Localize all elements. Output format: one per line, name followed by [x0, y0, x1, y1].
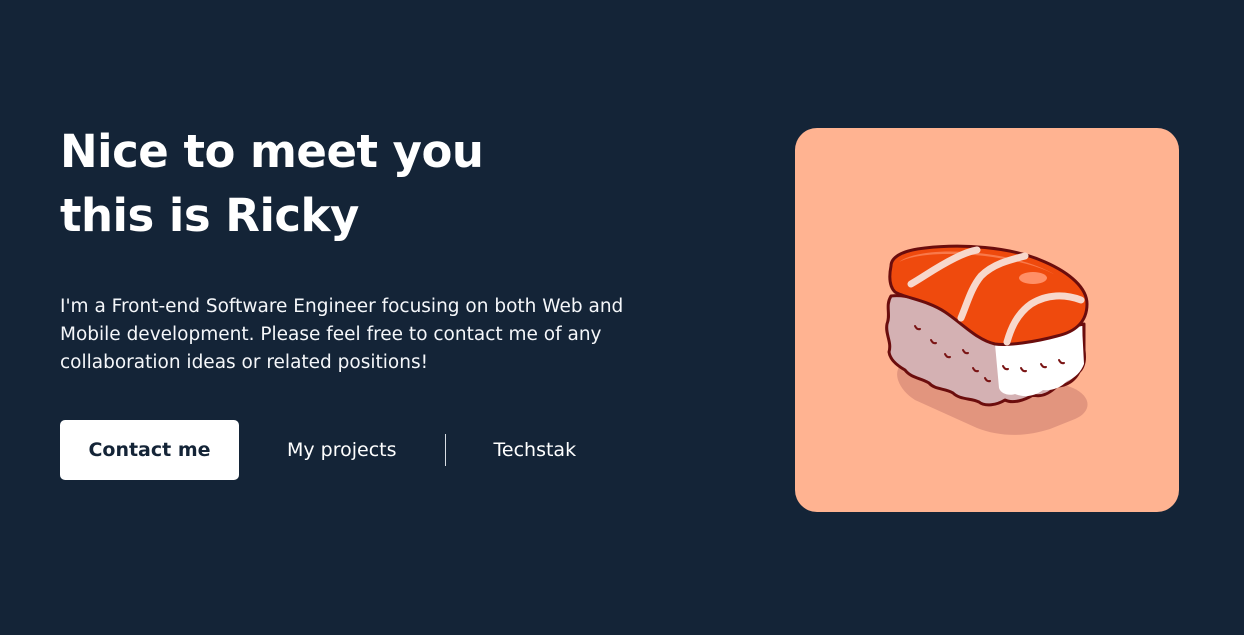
- contact-me-button[interactable]: Contact me: [60, 420, 239, 480]
- profile-image-card: [795, 128, 1179, 512]
- my-projects-link[interactable]: My projects: [287, 439, 397, 461]
- salmon-shine: [1019, 272, 1047, 284]
- title-line-2: this is Ricky: [60, 189, 359, 242]
- hero-actions: Contact me My projects Techstak: [60, 420, 576, 480]
- page-title: Nice to meet you this is Ricky: [60, 120, 680, 248]
- techstak-link[interactable]: Techstak: [494, 439, 577, 461]
- intro-paragraph: I'm a Front-end Software Engineer focusi…: [60, 296, 624, 373]
- hero-section: Nice to meet you this is Ricky I'm a Fro…: [60, 120, 680, 377]
- salmon-sushi-illustration: [885, 244, 1089, 435]
- title-line-1: Nice to meet you: [60, 125, 484, 178]
- link-divider: [444, 434, 446, 466]
